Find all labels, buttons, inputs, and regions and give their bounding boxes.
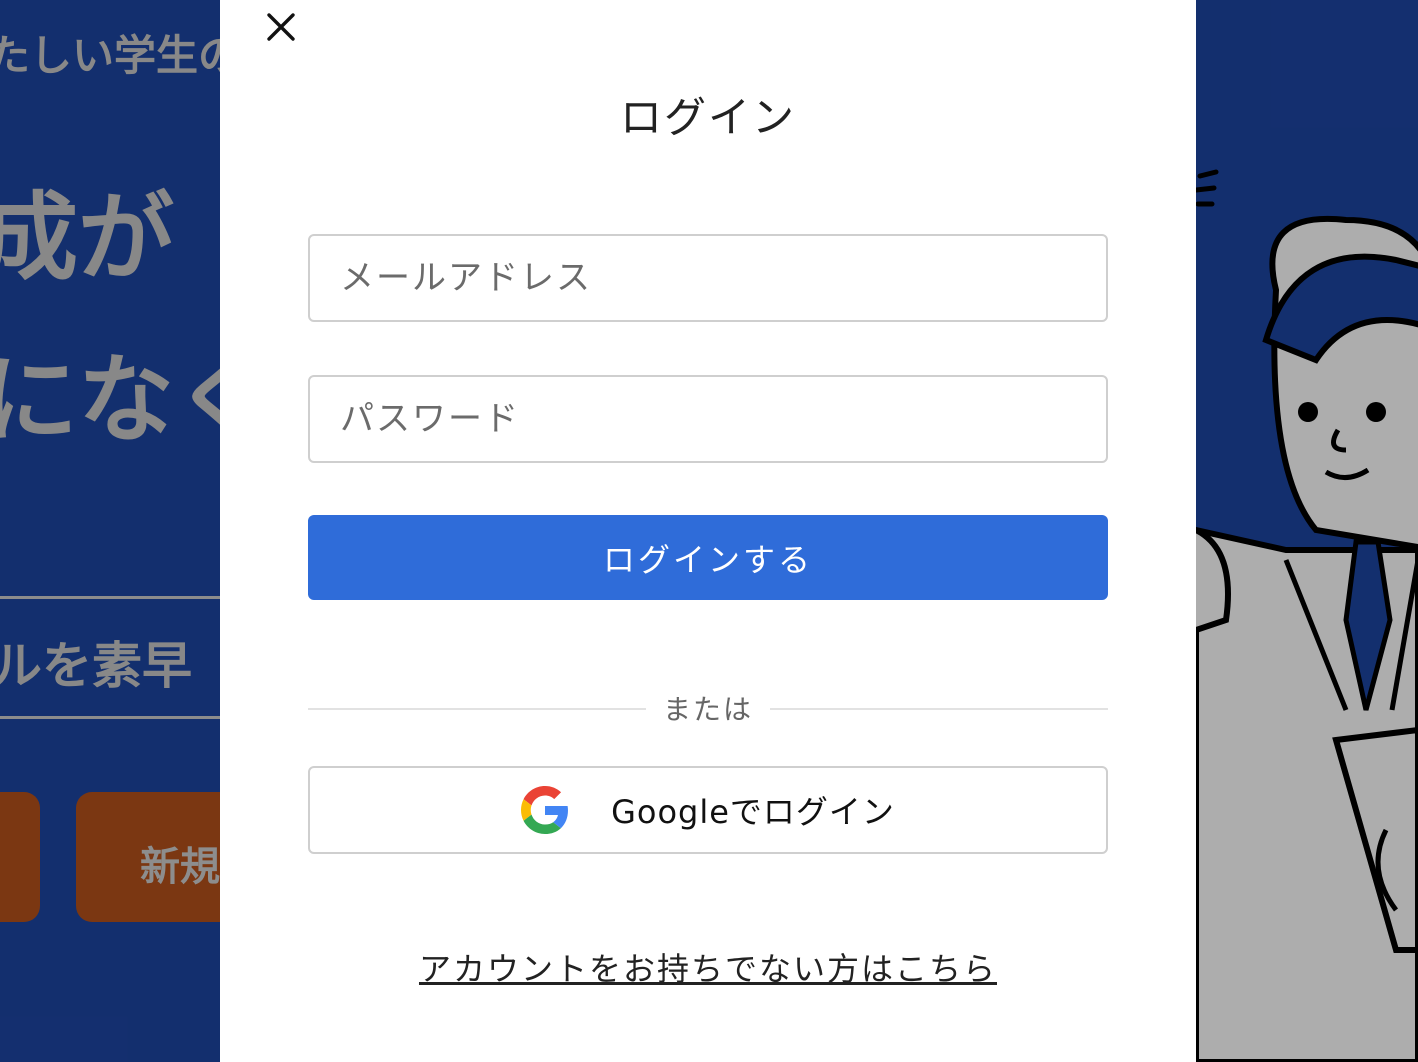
or-divider: または <box>308 688 1108 728</box>
google-login-label: Googleでログイン <box>611 793 895 831</box>
divider-text: または <box>662 693 753 726</box>
login-button[interactable]: ログインする <box>308 515 1108 600</box>
login-modal: ログイン ログインする または Googleでログイン アカウントをお持ちでない… <box>220 0 1196 1062</box>
email-field[interactable] <box>308 234 1108 322</box>
modal-title: ログイン <box>619 93 796 142</box>
close-button[interactable] <box>260 6 302 48</box>
divider-line-left <box>308 708 646 710</box>
close-icon <box>267 13 295 41</box>
google-icon <box>521 786 569 834</box>
divider-line-right <box>770 708 1108 710</box>
password-field[interactable] <box>308 375 1108 463</box>
google-login-button[interactable]: Googleでログイン <box>308 766 1108 854</box>
signup-link-wrapper: アカウントをお持ちでない方はこちら <box>220 944 1196 990</box>
signup-link[interactable]: アカウントをお持ちでない方はこちら <box>419 950 997 988</box>
